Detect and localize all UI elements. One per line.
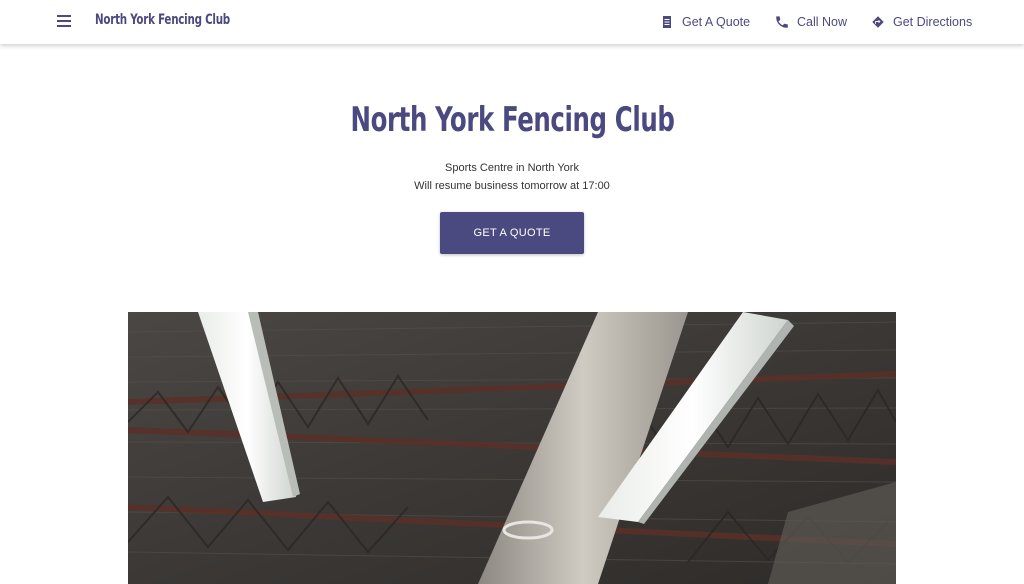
get-a-quote-button[interactable]: GET A QUOTE bbox=[440, 212, 584, 254]
business-hours-status: Will resume business tomorrow at 17:00 bbox=[414, 180, 610, 192]
nav-get-a-quote-label: Get A Quote bbox=[682, 15, 751, 29]
nav-call-now-label: Call Now bbox=[797, 15, 848, 29]
directions-icon bbox=[872, 16, 884, 28]
ceiling-photo-illustration bbox=[128, 312, 896, 584]
nav-get-directions-label: Get Directions bbox=[893, 15, 973, 29]
nav-get-a-quote-link[interactable]: Get A Quote bbox=[661, 13, 750, 31]
hamburger-menu-icon[interactable] bbox=[57, 15, 71, 27]
top-navigation-bar: North York Fencing Club Get A Quote Call… bbox=[0, 0, 1024, 44]
nav-call-now-link[interactable]: Call Now bbox=[776, 13, 847, 31]
nav-get-directions-link[interactable]: Get Directions bbox=[872, 13, 972, 31]
hero-title: North York Fencing Club bbox=[0, 100, 1024, 140]
hero-photo-ceiling bbox=[128, 312, 896, 584]
hero-subtitle: Sports Centre in North York bbox=[445, 162, 579, 174]
site-brand-name[interactable]: North York Fencing Club bbox=[95, 12, 230, 28]
phone-icon bbox=[776, 16, 788, 28]
hero-title-text: North York Fencing Club bbox=[350, 100, 674, 140]
document-icon bbox=[663, 16, 671, 28]
